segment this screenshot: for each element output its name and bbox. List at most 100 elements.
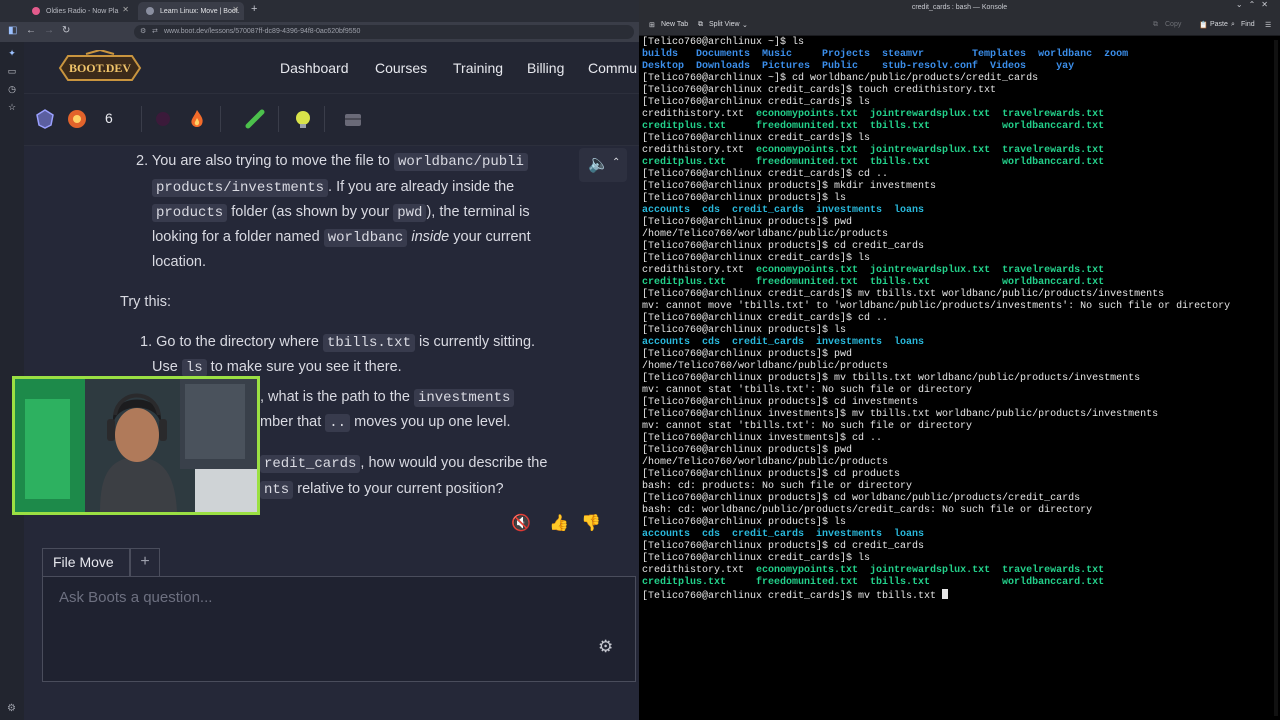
address-bar: ◧ ← → ↻ www.boot.dev/lessons/570087ff-dc… [0,22,639,42]
streak-count: 6 [105,110,113,126]
tab-label: Learn Linux: Move | Boot. [160,7,240,15]
back-icon[interactable]: ← [26,25,36,36]
lesson-line: looking for a folder named worldbanc ins… [152,225,531,251]
svg-text:BOOT.DEV: BOOT.DEV [69,61,131,75]
terminal-line: [Telico760@archlinux products]$ ls [642,193,1278,205]
browser-settings-icon[interactable]: ⚙ [7,703,16,714]
chevron-up-icon[interactable]: ⌃ [612,157,620,168]
add-chat-button[interactable]: + [130,548,160,576]
inline-code: investments [413,389,515,407]
terminal-text: creditplus.txt freedomunited.txt tbills.… [642,277,1105,288]
terminal-text: [Telico760@archlinux products]$ pwd [642,349,853,360]
gem-icon[interactable] [152,108,174,130]
terminal-text: credithistory.txt [642,109,757,120]
terminal-line: [Telico760@archlinux products]$ cd credi… [642,541,1278,553]
lesson-line: products folder (as shown by your pwd), … [152,200,530,226]
tab-label: Oldies Radio - Now Pla [46,7,119,15]
terminal-text: [Telico760@archlinux products]$ cd credi… [642,241,925,252]
url-input[interactable]: www.boot.dev/lessons/570087ff-dc89-4396-… [134,25,634,39]
lesson-line: redit_cards, how would you describe the [260,451,547,477]
reload-icon[interactable]: ↻ [62,25,70,36]
bootdev-logo[interactable]: BOOT.DEV [56,50,144,86]
nav-dashboard[interactable]: Dashboard [280,60,349,76]
nav-community[interactable]: Commu [588,60,637,76]
terminal-text: [Telico760@archlinux ~]$ ls [642,37,805,48]
folder-icon[interactable]: ▭ [7,66,17,76]
potion-icon[interactable] [244,108,266,130]
nav-billing[interactable]: Billing [527,60,564,76]
terminal-line: accounts cds credit_cards investments lo… [642,205,1278,217]
split-view-icon[interactable]: ⧉ [698,21,703,29]
chat-input-box[interactable]: Ask Boots a question... ⚙ [42,576,636,682]
tab-bootdev-lesson[interactable]: Learn Linux: Move | Boot. ✕ [138,2,244,20]
paste-button[interactable]: Paste [1210,21,1228,28]
nav-courses[interactable]: Courses [375,60,427,76]
chest-icon[interactable] [342,108,364,130]
split-view-button[interactable]: Split View [709,21,740,28]
nav-training[interactable]: Training [453,60,503,76]
close-tab-icon[interactable]: ✕ [232,5,239,14]
lesson-text: ), the terminal is [426,204,530,220]
terminal-line: [Telico760@archlinux products]$ ls [642,325,1278,337]
sidebar-toggle-icon[interactable]: ◧ [8,25,17,36]
gear-icon[interactable]: ⚙ [598,637,613,657]
terminal-line: [Telico760@archlinux products]$ pwd [642,217,1278,229]
terminal-scrollbar[interactable] [1274,40,1278,716]
try-this-heading: Try this: [120,294,172,310]
terminal-line: mv: cannot move 'tbills.txt' to 'worldba… [642,301,1278,313]
inline-code: tbills.txt [322,334,415,352]
speaker-icon[interactable]: 🔈 [588,154,609,174]
terminal-text: economypoints.txt jointrewardsplux.txt t… [756,145,1105,156]
terminal-text: [Telico760@archlinux credit_cards]$ ls [642,97,871,108]
streak-icon[interactable] [66,108,88,130]
terminal-output[interactable]: [Telico760@archlinux ~]$ ls builds Docume… [642,37,1278,720]
new-tab-button[interactable]: + [251,3,257,15]
divider [220,106,221,132]
terminal-line: [Telico760@archlinux products]$ cd inves… [642,397,1278,409]
terminal-text: [Telico760@archlinux credit_cards]$ cd .… [642,313,889,324]
bulb-icon[interactable] [292,108,314,130]
terminal-line: creditplus.txt freedomunited.txt tbills.… [642,157,1278,169]
rank-icon[interactable] [34,108,56,130]
history-icon[interactable]: ◷ [7,84,17,94]
chat-tab-file-move[interactable]: File Move [42,548,130,576]
site-info-icon[interactable]: ⚙ [140,27,146,35]
share-icon[interactable]: ⇄ [152,27,158,35]
terminal-text: [Telico760@archlinux products]$ mv tbill… [642,373,1141,384]
terminal-text: [Telico760@archlinux investments]$ mv tb… [642,409,1159,420]
tab-oldies-radio[interactable]: Oldies Radio - Now Pla ✕ [24,2,134,20]
terminal-text: credithistory.txt [642,565,757,576]
chat-input[interactable]: Ask Boots a question... [59,589,212,606]
lesson-text: 2. You are also trying to move the file … [136,153,394,169]
pin-icon[interactable]: ✦ [7,48,17,58]
thumbs-up-icon[interactable]: 👍 [549,513,569,533]
terminal-text: [Telico760@archlinux products]$ cd produ… [642,469,901,480]
flame-icon[interactable] [186,108,208,130]
find-button[interactable]: Find [1241,21,1255,28]
chevron-down-icon[interactable]: ⌄ [742,21,748,29]
terminal-text: [Telico760@archlinux credit_cards]$ ls [642,253,871,264]
speaker-muted-icon[interactable]: 🔇 [511,513,531,533]
chat-panel: File Move + Ask Boots a question... ⚙ [42,548,636,682]
terminal-text: [Telico760@archlinux products]$ ls [642,193,847,204]
inline-code: pwd [393,204,427,222]
inline-code: products/investments [152,179,329,197]
menu-icon[interactable]: ☰ [1265,21,1271,29]
forward-icon[interactable]: → [44,25,54,36]
text-to-speech-control[interactable]: 🔈 ⌃ [579,148,627,182]
copy-icon[interactable]: ⧉ [1153,21,1158,29]
close-tab-icon[interactable]: ✕ [122,5,129,14]
terminal-line: [Telico760@archlinux credit_cards]$ cd .… [642,169,1278,181]
inline-code: nts [260,481,294,499]
search-icon[interactable]: ⌕ [1231,21,1235,29]
bookmarks-icon[interactable]: ☆ [7,102,17,112]
paste-icon[interactable]: 📋 [1199,21,1208,29]
window-controls[interactable]: ⌄⌃✕ [1236,0,1274,9]
copy-button[interactable]: Copy [1165,21,1181,28]
new-tab-icon[interactable]: ⊞ [649,21,655,29]
thumbs-down-icon[interactable]: 👎 [581,513,601,533]
terminal-line: [Telico760@archlinux credit_cards]$ ls [642,97,1278,109]
new-tab-button[interactable]: New Tab [661,21,688,28]
terminal-line: mv: cannot stat 'tbills.txt': No such fi… [642,385,1278,397]
terminal-line: credithistory.txt economypoints.txt join… [642,265,1278,277]
